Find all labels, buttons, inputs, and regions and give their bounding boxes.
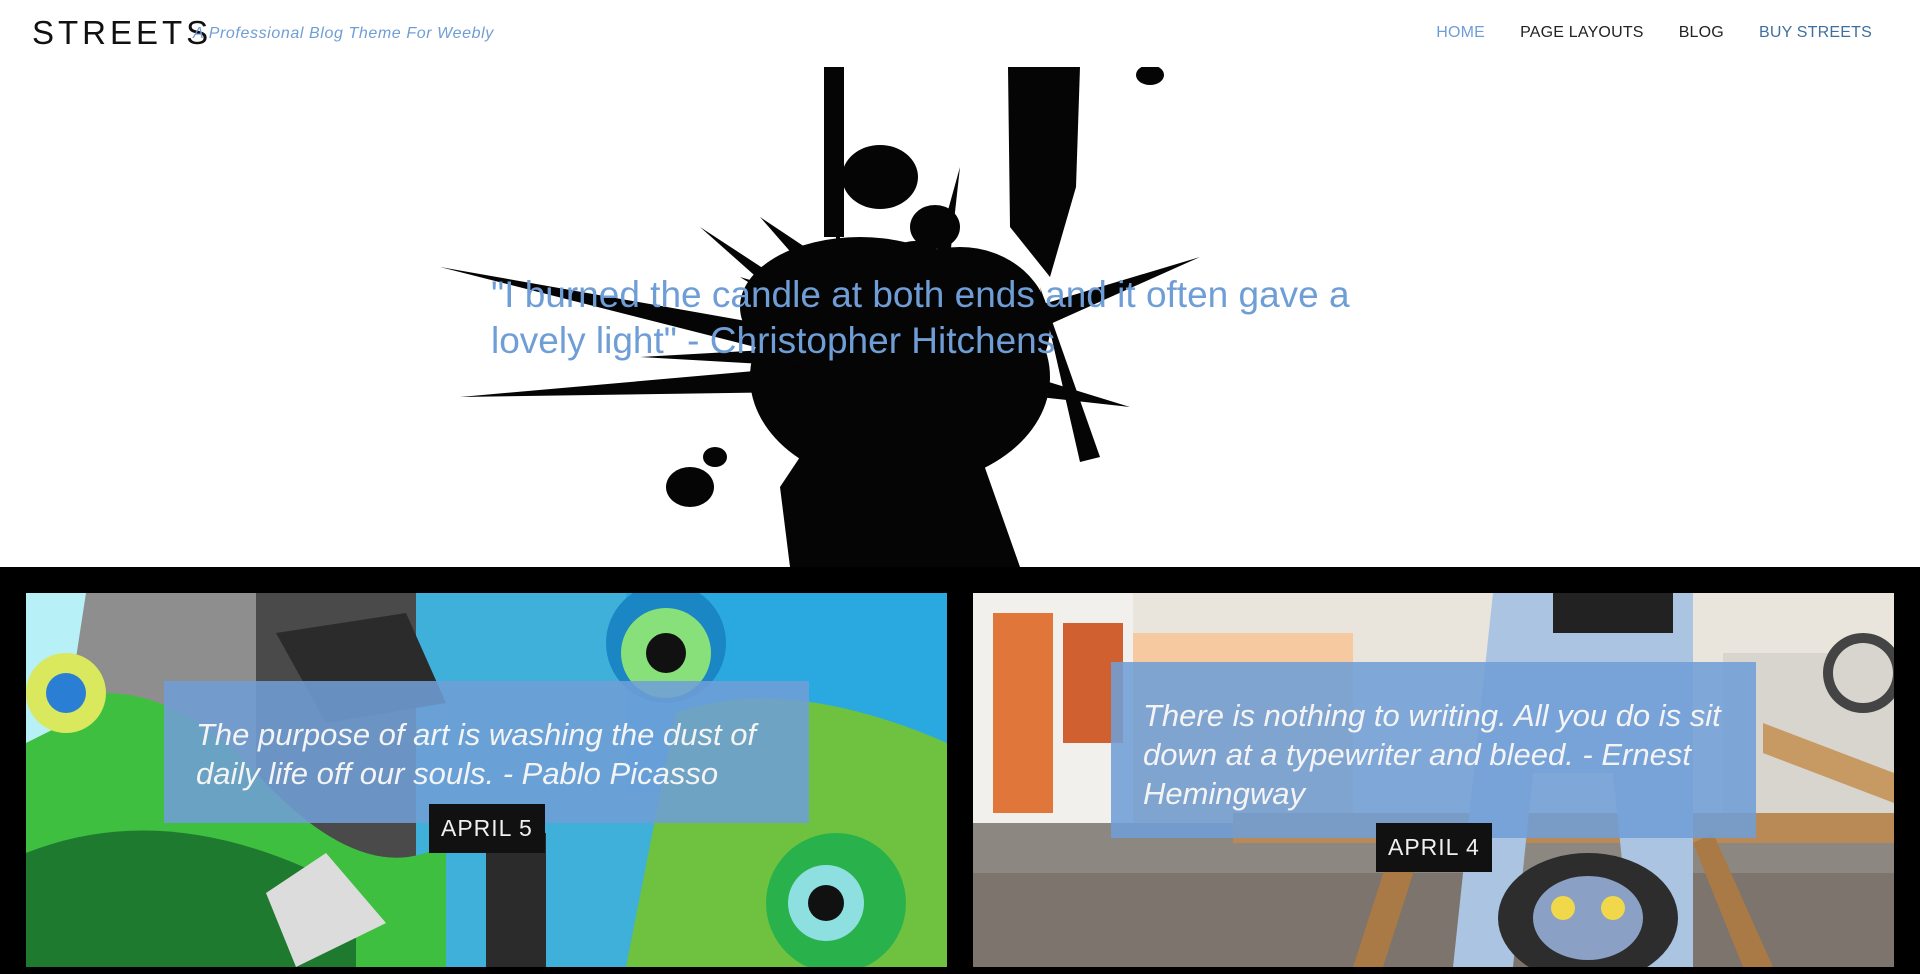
nav-buy-streets[interactable]: BUY STREETS	[1759, 24, 1872, 42]
post-card[interactable]: There is nothing to writing. All you do …	[973, 593, 1894, 967]
hero-section: "I burned the candle at both ends and it…	[0, 67, 1920, 567]
post-date-badge: APRIL 5	[429, 804, 545, 853]
post-quote: There is nothing to writing. All you do …	[1143, 698, 1721, 811]
nav-blog[interactable]: BLOG	[1679, 24, 1724, 42]
nav-home[interactable]: HOME	[1436, 24, 1485, 42]
site-tagline: A Professional Blog Theme For Weebly	[193, 25, 494, 42]
main-nav: HOME PAGE LAYOUTS BLOG BUY STREETS	[1436, 24, 1872, 42]
nav-page-layouts[interactable]: PAGE LAYOUTS	[1520, 24, 1644, 42]
post-quote-box: There is nothing to writing. All you do …	[1111, 662, 1756, 838]
hero-quote: "I burned the candle at both ends and it…	[491, 274, 1350, 361]
posts-section: The purpose of art is washing the dust o…	[0, 567, 1920, 974]
post-quote-box: The purpose of art is washing the dust o…	[164, 681, 809, 823]
post-card[interactable]: The purpose of art is washing the dust o…	[26, 593, 947, 967]
post-date-badge: APRIL 4	[1376, 823, 1492, 872]
post-quote: The purpose of art is washing the dust o…	[196, 717, 757, 791]
site-header: STREETS A Professional Blog Theme For We…	[0, 0, 1920, 67]
site-logo[interactable]: STREETS	[32, 14, 212, 52]
